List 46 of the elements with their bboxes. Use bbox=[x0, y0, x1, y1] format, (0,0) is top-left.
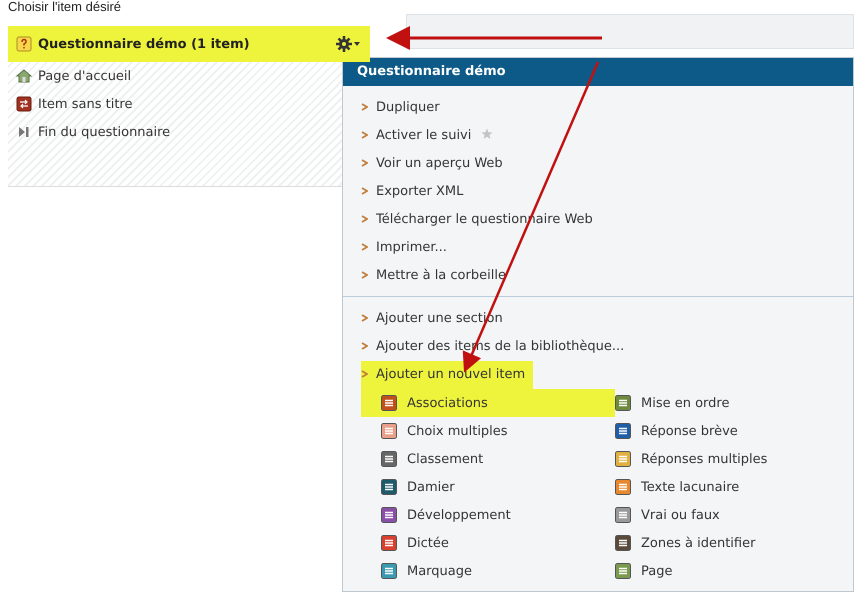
chevron-icon bbox=[361, 243, 368, 252]
menu-item[interactable]: Imprimer... bbox=[361, 234, 455, 262]
home-icon bbox=[16, 68, 32, 84]
menu-item[interactable]: Activer le suivi bbox=[361, 122, 502, 150]
tree-item-label: Page d'accueil bbox=[38, 68, 132, 84]
item-type-option[interactable]: Marquage bbox=[381, 557, 615, 585]
item-type-option[interactable]: Choix multiples bbox=[381, 417, 615, 445]
tree-item[interactable]: Questionnaire démo (1 item) bbox=[8, 26, 370, 62]
item-type-option[interactable]: Réponse brève bbox=[615, 417, 835, 445]
chevron-icon bbox=[361, 103, 368, 112]
tree-item-label: Item sans titre bbox=[38, 96, 132, 112]
item-icon bbox=[16, 96, 32, 112]
item-type-option[interactable]: Développement bbox=[381, 501, 615, 529]
item-type-option[interactable]: Mise en ordre bbox=[615, 389, 835, 417]
item-type-option[interactable]: Dictée bbox=[381, 529, 615, 557]
settings-icon[interactable] bbox=[336, 35, 362, 53]
item-type-option[interactable]: Page bbox=[615, 557, 835, 585]
question-icon bbox=[16, 36, 32, 52]
tree-item-label: Questionnaire démo (1 item) bbox=[38, 36, 250, 52]
item-type-option[interactable]: Vrai ou faux bbox=[615, 501, 835, 529]
menu-item[interactable]: Ajouter un nouvel item bbox=[361, 361, 534, 389]
star-icon[interactable] bbox=[481, 128, 494, 140]
menu-title: Questionnaire démo bbox=[343, 58, 853, 86]
menu-item[interactable]: Mettre à la corbeille bbox=[361, 262, 514, 290]
item-type-option[interactable]: Associations bbox=[361, 389, 615, 417]
chevron-icon bbox=[361, 159, 368, 168]
chevron-icon bbox=[361, 342, 368, 350]
menu-item[interactable]: Voir un aperçu Web bbox=[361, 150, 511, 178]
tree-item[interactable]: Page d'accueil bbox=[8, 62, 342, 90]
tree-item[interactable]: Item sans titre bbox=[8, 90, 342, 118]
chevron-icon bbox=[361, 271, 368, 280]
chevron-icon bbox=[361, 314, 368, 322]
item-type-option[interactable]: Damier bbox=[381, 473, 615, 501]
tree-item-label: Fin du questionnaire bbox=[38, 124, 170, 140]
tree-item[interactable]: Fin du questionnaire bbox=[8, 118, 342, 146]
chevron-icon bbox=[361, 370, 368, 378]
item-type-option[interactable]: Texte lacunaire bbox=[615, 473, 835, 501]
page-heading: Choisir l'item désiré bbox=[7, 0, 122, 14]
chevron-icon bbox=[361, 215, 368, 224]
item-type-option[interactable]: Zones à identifier bbox=[615, 529, 835, 557]
menu-item[interactable]: Dupliquer bbox=[361, 94, 448, 122]
menu-item[interactable]: Exporter XML bbox=[361, 178, 472, 206]
item-type-option[interactable]: Classement bbox=[381, 445, 615, 473]
chevron-icon bbox=[361, 187, 368, 196]
item-type-option[interactable]: Réponses multiples bbox=[615, 445, 835, 473]
chevron-icon bbox=[361, 131, 368, 140]
